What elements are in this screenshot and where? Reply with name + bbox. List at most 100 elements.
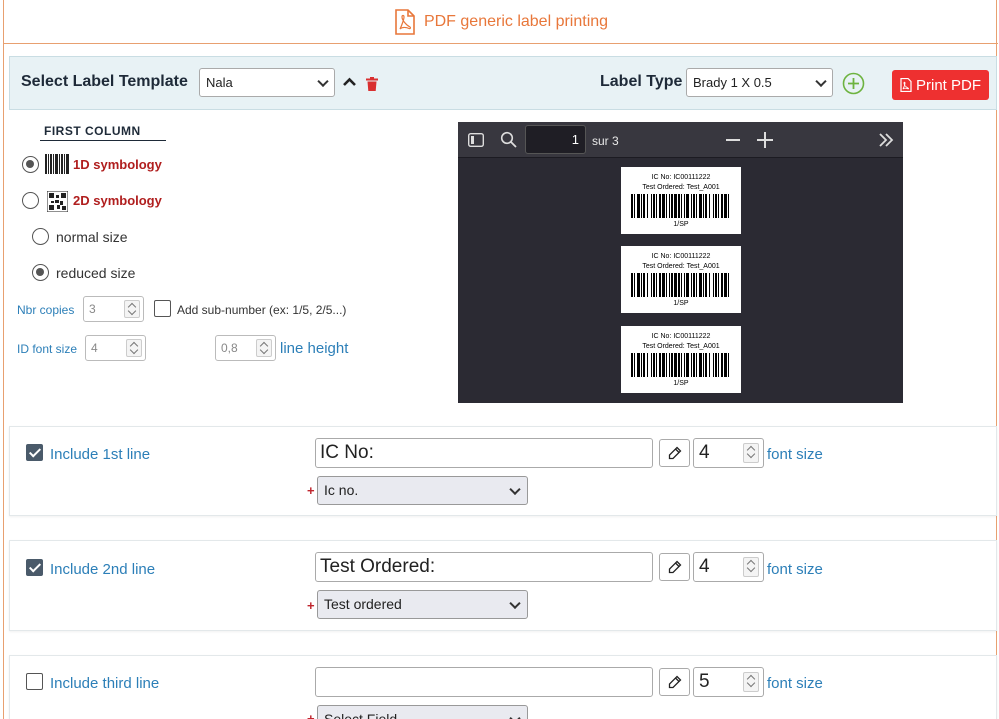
line-2-field-select[interactable]: Test ordered bbox=[317, 590, 528, 619]
line-3-field-select[interactable]: Select Field bbox=[317, 705, 528, 719]
chevron-down-icon bbox=[509, 483, 521, 495]
print-pdf-button[interactable]: Print PDF bbox=[892, 70, 989, 100]
eyedropper-button[interactable] bbox=[659, 439, 690, 467]
barcode-bar bbox=[715, 194, 717, 218]
label-line-2: Test Ordered: Test_A001 bbox=[642, 343, 720, 350]
main-frame: PDF generic label printing Select Label … bbox=[3, 0, 998, 719]
line-1-field-select[interactable]: Ic no. bbox=[317, 476, 528, 505]
spinner-icon[interactable] bbox=[256, 339, 272, 357]
spinner-icon[interactable] bbox=[743, 557, 759, 577]
page-title: PDF generic label printing bbox=[423, 12, 609, 30]
template-bar: Select Label Template Nala Label Type Br… bbox=[9, 56, 997, 110]
include-line-2-label: Include 2nd line bbox=[50, 561, 156, 578]
barcode-graphic bbox=[631, 273, 729, 297]
barcode-graphic bbox=[631, 353, 729, 377]
1d-symbology-label: 1D symbology bbox=[73, 157, 162, 172]
barcode-bar bbox=[656, 273, 657, 297]
radio-reduced-size[interactable] bbox=[32, 264, 49, 281]
include-line-2-checkbox[interactable] bbox=[26, 559, 43, 576]
template-select[interactable]: Nala bbox=[199, 68, 335, 97]
add-circle-icon[interactable] bbox=[842, 72, 865, 95]
pdf-file-icon bbox=[395, 8, 415, 35]
template-select-control[interactable]: Nala bbox=[199, 68, 335, 97]
barcode-bar bbox=[641, 194, 642, 218]
barcode-bar bbox=[674, 273, 677, 297]
include-line-3-checkbox[interactable] bbox=[26, 673, 43, 690]
reduced-size-label: reduced size bbox=[56, 265, 136, 281]
barcode-bar bbox=[684, 194, 685, 218]
include-line-3-label: Include third line bbox=[50, 675, 160, 692]
barcode-bar bbox=[681, 273, 682, 297]
radio-normal-size[interactable] bbox=[32, 228, 49, 245]
id-font-size-input[interactable]: 4 bbox=[85, 335, 146, 361]
barcode-bar bbox=[686, 194, 689, 218]
id-font-size-value: 4 bbox=[91, 341, 98, 355]
barcode-bar bbox=[634, 194, 635, 218]
line-height-input[interactable]: 0,8 bbox=[215, 335, 276, 361]
barcode-bar bbox=[705, 273, 707, 297]
eyedropper-button[interactable] bbox=[659, 553, 690, 581]
line-3-field-value: Select Field bbox=[324, 711, 398, 719]
line-3-text-input[interactable] bbox=[315, 667, 653, 697]
nbr-copies-input[interactable]: 3 bbox=[83, 296, 144, 322]
eyedropper-button[interactable] bbox=[659, 668, 690, 696]
spinner-icon[interactable] bbox=[126, 339, 142, 357]
trash-icon[interactable] bbox=[366, 77, 378, 91]
line-height-label: line height bbox=[280, 340, 349, 357]
line-2-text-input[interactable]: Test Ordered: bbox=[315, 552, 653, 582]
barcode-bar bbox=[674, 353, 677, 377]
label-line-3: 1/SP bbox=[673, 221, 689, 228]
sidebar-toggle-icon[interactable] bbox=[468, 133, 484, 147]
barcode-bar bbox=[681, 194, 682, 218]
radio-1d-symbology[interactable] bbox=[22, 156, 39, 173]
first-column-heading: FIRST COLUMN bbox=[40, 124, 166, 141]
barcode-bar bbox=[643, 273, 645, 297]
barcode-graphic bbox=[631, 194, 729, 218]
barcode-bar bbox=[659, 194, 661, 218]
include-line-1-label: Include 1st line bbox=[50, 446, 151, 463]
barcode-bar bbox=[718, 194, 719, 218]
pdf-icon bbox=[900, 78, 912, 92]
sub-number-checkbox[interactable] bbox=[154, 300, 171, 317]
label-line-1: IC No: IC00111222 bbox=[651, 253, 711, 260]
spinner-icon[interactable] bbox=[124, 300, 140, 318]
barcode-bar bbox=[656, 194, 657, 218]
spinner-icon[interactable] bbox=[743, 672, 759, 692]
line-1-text-input[interactable]: IC No: bbox=[315, 438, 653, 468]
2d-symbology-label: 2D symbology bbox=[73, 193, 162, 208]
plus-icon: + bbox=[307, 598, 315, 613]
zoom-in-icon[interactable] bbox=[757, 132, 773, 148]
page-number-input[interactable]: 1 bbox=[525, 125, 586, 154]
print-pdf-label: Print PDF bbox=[915, 76, 981, 94]
line-2-font-size-input[interactable]: 4 bbox=[693, 552, 764, 582]
label-type-select[interactable]: Brady 1 X 0.5 bbox=[686, 68, 833, 97]
chevron-up-icon[interactable] bbox=[342, 77, 357, 87]
label-preview: IC No: IC00111222 Test Ordered: Test_A00… bbox=[621, 326, 741, 393]
barcode-bar bbox=[691, 273, 692, 297]
barcode-bar bbox=[724, 273, 727, 297]
zoom-out-icon[interactable] bbox=[726, 139, 740, 141]
barcode-bar bbox=[666, 194, 667, 218]
barcode-bar bbox=[724, 194, 727, 218]
barcode-bar bbox=[715, 353, 717, 377]
include-line-1-checkbox[interactable] bbox=[26, 444, 43, 461]
barcode-bar bbox=[666, 273, 667, 297]
line-3-font-size-input[interactable]: 5 bbox=[693, 667, 764, 697]
radio-2d-symbology[interactable] bbox=[22, 192, 39, 209]
barcode-bar bbox=[662, 353, 665, 377]
barcode-bar bbox=[671, 273, 673, 297]
barcode-bar bbox=[693, 194, 695, 218]
barcode-bar bbox=[662, 273, 665, 297]
pdf-viewer-toolbar: 1 sur 3 bbox=[458, 122, 903, 158]
barcode-bar bbox=[728, 194, 729, 218]
label-type-select-control[interactable]: Brady 1 X 0.5 bbox=[686, 68, 833, 97]
line-1-font-size-input[interactable]: 4 bbox=[693, 438, 764, 468]
barcode-bar bbox=[696, 273, 697, 297]
nbr-copies-label: Nbr copies bbox=[17, 303, 75, 317]
search-icon[interactable] bbox=[500, 131, 517, 148]
barcode-bar bbox=[703, 353, 704, 377]
spinner-icon[interactable] bbox=[743, 443, 759, 463]
line-3-font-size-value: 5 bbox=[699, 671, 710, 692]
label-line-1: IC No: IC00111222 bbox=[651, 174, 711, 181]
double-chevron-right-icon[interactable] bbox=[878, 133, 894, 147]
